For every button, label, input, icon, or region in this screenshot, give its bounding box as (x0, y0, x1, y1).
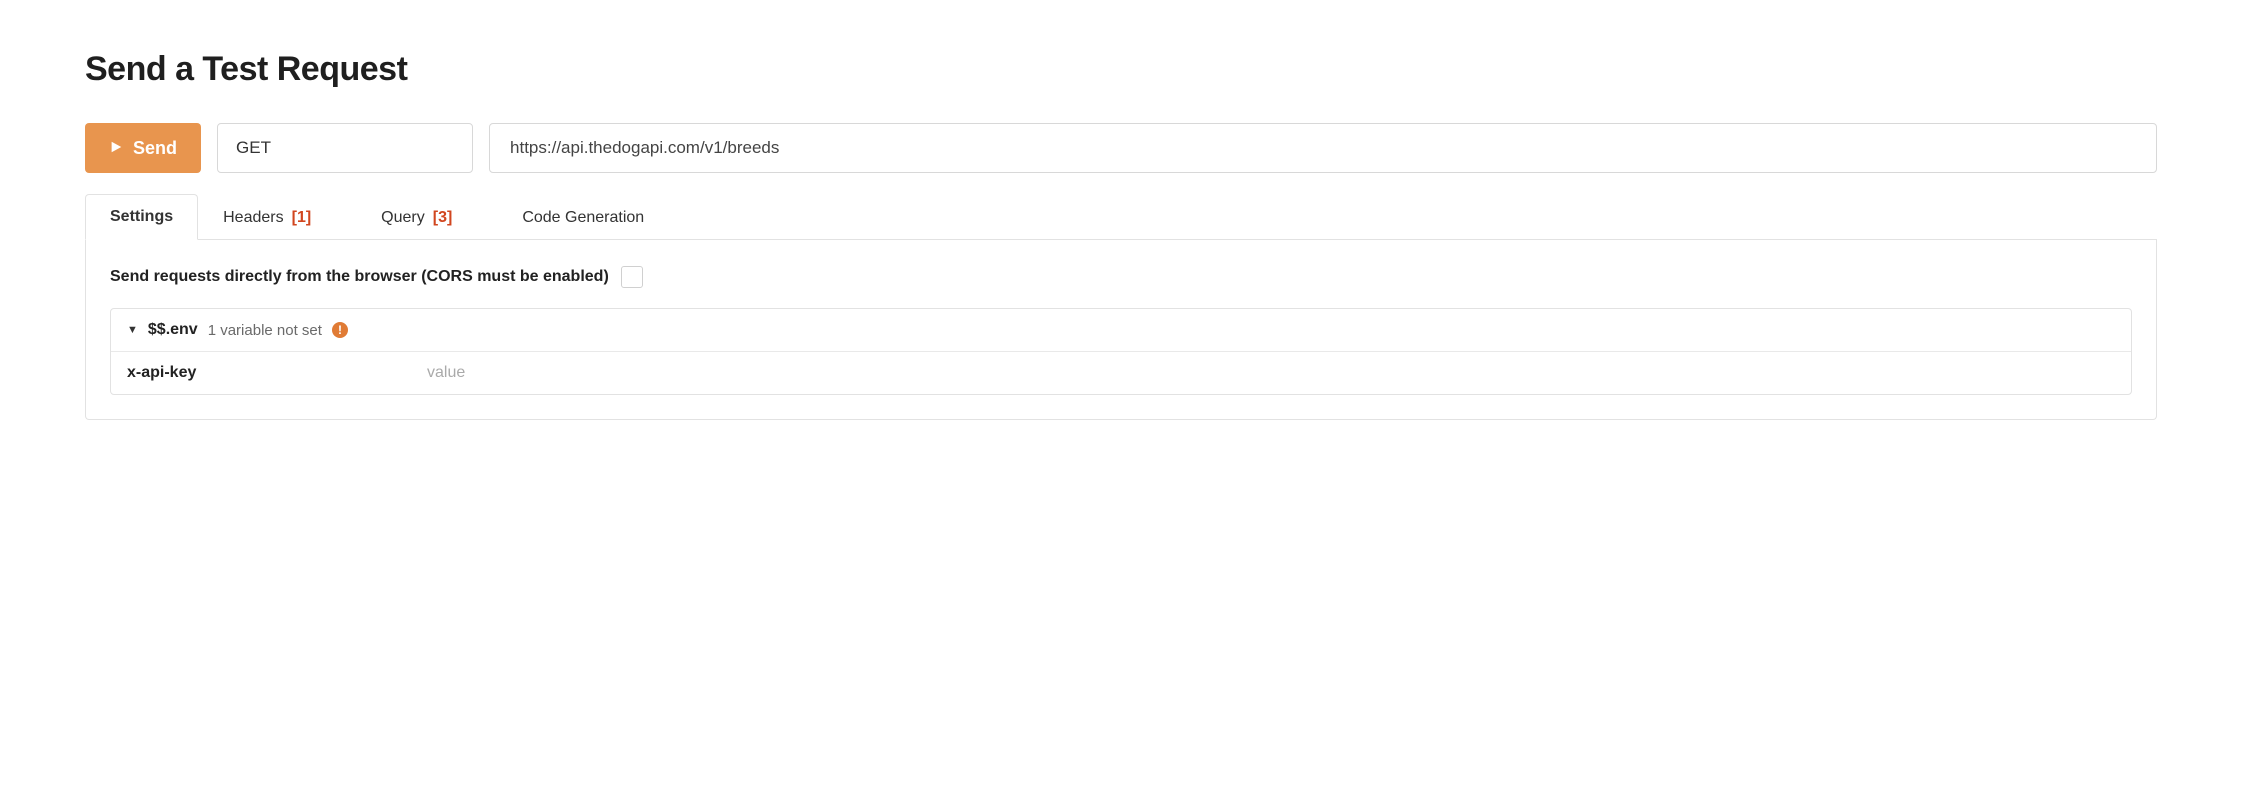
settings-panel: Send requests directly from the browser … (85, 240, 2157, 420)
env-variables-box: ▼ $$.env 1 variable not set ! x-api-key (110, 308, 2132, 395)
caret-down-icon: ▼ (127, 324, 138, 336)
tab-query[interactable]: Query [3] (356, 195, 477, 240)
cors-setting-row: Send requests directly from the browser … (110, 266, 2132, 288)
http-method-select[interactable]: GET (217, 123, 473, 173)
cors-checkbox[interactable] (621, 266, 643, 288)
env-variable-value-input[interactable] (427, 364, 2115, 382)
env-variable-key: x-api-key (127, 364, 387, 382)
tab-headers[interactable]: Headers [1] (198, 195, 336, 240)
tab-settings[interactable]: Settings (85, 194, 198, 240)
tab-label: Query (381, 209, 425, 227)
tabs: Settings Headers [1] Query [3] Code Gene… (85, 193, 2157, 240)
cors-label: Send requests directly from the browser … (110, 268, 609, 286)
env-variable-row: x-api-key (111, 352, 2131, 394)
send-button[interactable]: Send (85, 123, 201, 173)
tab-label: Settings (110, 208, 173, 226)
http-method-value: GET (236, 138, 271, 158)
env-header[interactable]: ▼ $$.env 1 variable not set ! (111, 309, 2131, 352)
tab-label: Code Generation (522, 209, 644, 227)
play-icon (109, 138, 123, 159)
page-title: Send a Test Request (85, 50, 2157, 89)
tab-count: [1] (292, 209, 312, 227)
tab-count: [3] (433, 209, 453, 227)
tab-code-generation[interactable]: Code Generation (497, 195, 669, 240)
warning-icon: ! (332, 322, 348, 338)
tab-label: Headers (223, 209, 283, 227)
request-row: Send GET (85, 123, 2157, 173)
env-name: $$.env (148, 321, 198, 339)
env-status-text: 1 variable not set (208, 322, 322, 339)
url-input[interactable] (489, 123, 2157, 173)
send-button-label: Send (133, 138, 177, 159)
